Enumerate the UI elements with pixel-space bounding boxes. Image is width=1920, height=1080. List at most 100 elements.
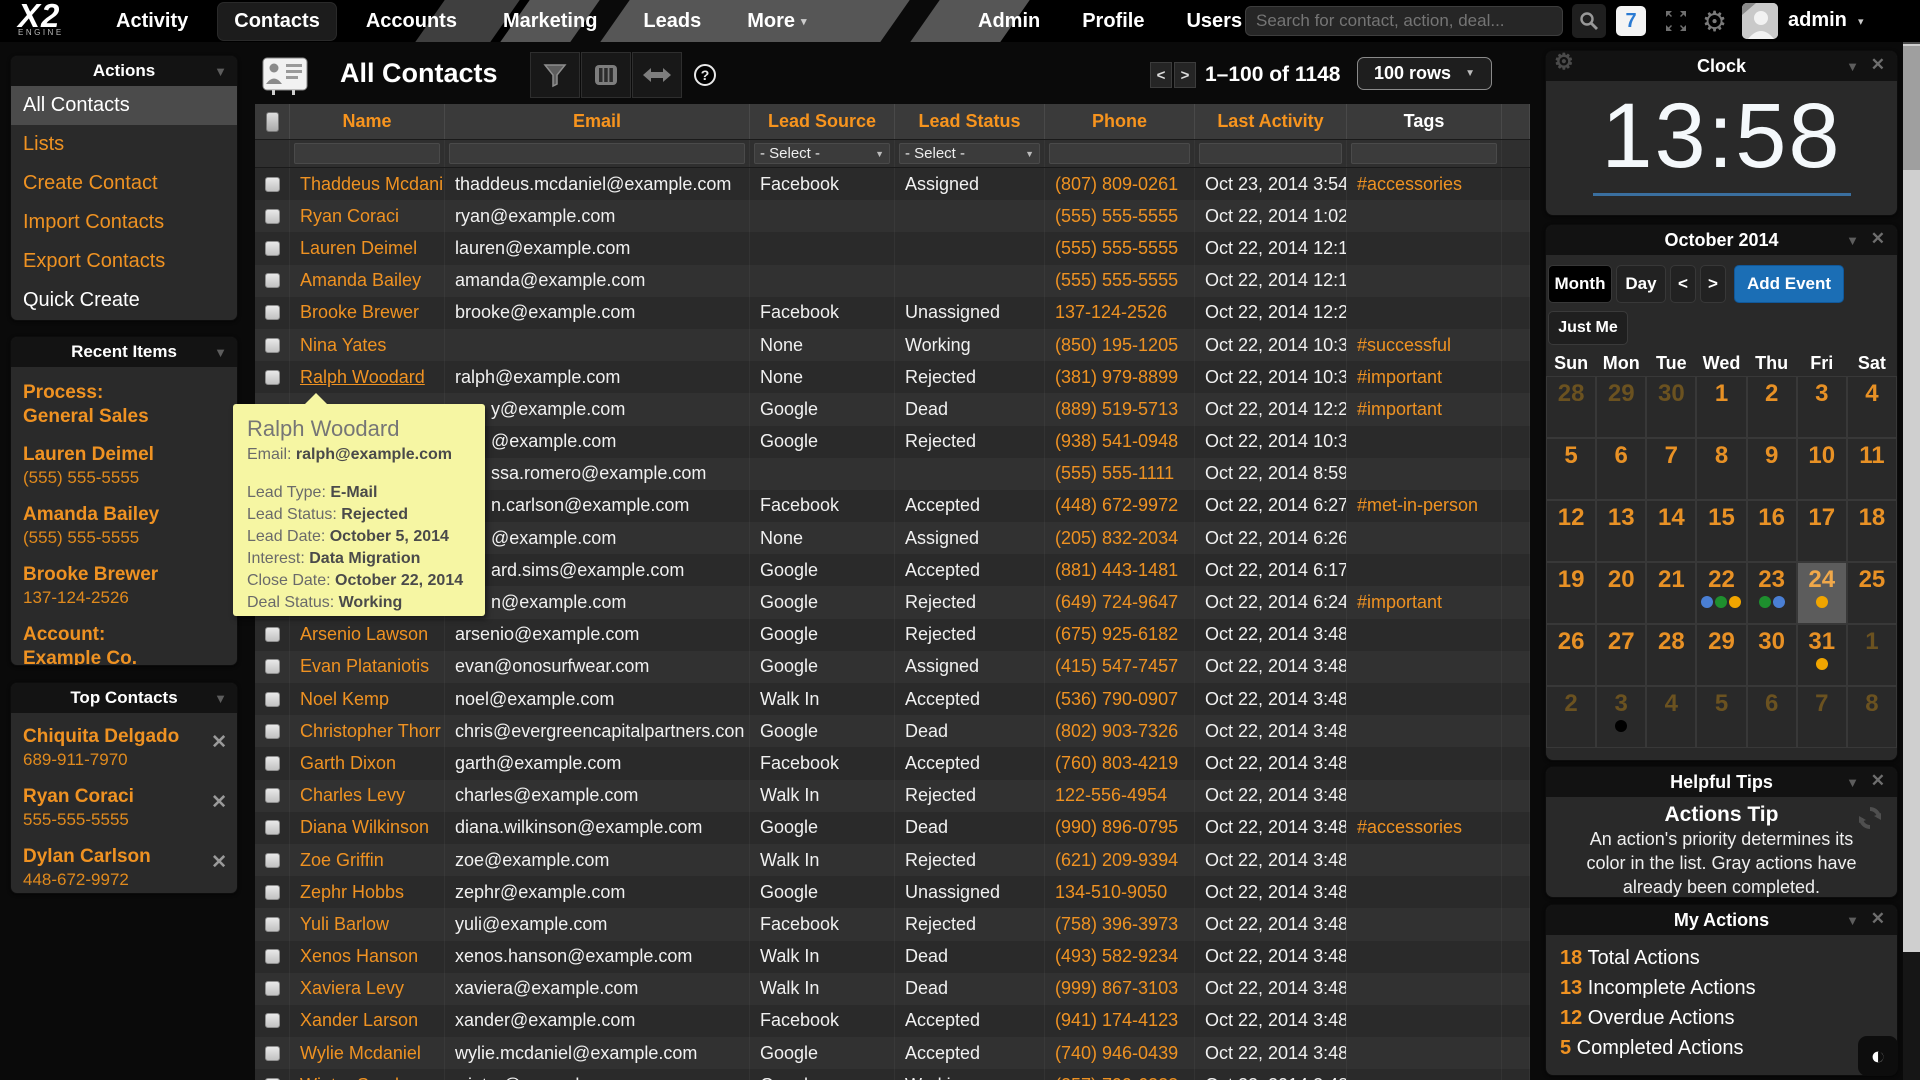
cell-phone[interactable]: (760) 803-4219 <box>1045 747 1195 780</box>
row-checkbox[interactable] <box>264 916 280 932</box>
collapse-triangle-icon[interactable]: ▼ <box>1846 59 1859 74</box>
calendar-month-button[interactable]: Month <box>1548 265 1612 303</box>
close-icon[interactable]: ✕ <box>1871 229 1885 249</box>
row-checkbox[interactable] <box>264 949 280 965</box>
cell-name[interactable]: Zoe Griffin <box>290 843 445 877</box>
cell-phone[interactable]: (802) 903-7326 <box>1045 715 1195 748</box>
cell-tags[interactable] <box>1347 522 1502 555</box>
filter-select[interactable]: - Select - ▼ <box>754 143 890 164</box>
my-actions-item[interactable]: 18 Total Actions <box>1546 943 1897 973</box>
sidebar-item-lists[interactable]: Lists <box>11 125 237 164</box>
calendar-day-1[interactable]: 1 <box>1846 624 1897 686</box>
cell-tags[interactable] <box>1347 683 1502 716</box>
cell-phone[interactable]: (493) 582-9234 <box>1045 940 1195 973</box>
cell-phone[interactable]: (850) 195-1205 <box>1045 328 1195 362</box>
cell-phone[interactable]: (740) 946-0439 <box>1045 1037 1195 1070</box>
cell-name[interactable]: Yuli Barlow <box>290 908 445 941</box>
filter-input[interactable] <box>1351 143 1497 164</box>
cell-name[interactable]: Evan Plataniotis <box>290 650 445 683</box>
my-actions-item[interactable]: 5 Completed Actions <box>1546 1033 1897 1063</box>
calendar-day-16[interactable]: 16 <box>1746 500 1797 562</box>
cell-phone[interactable]: (889) 519-5713 <box>1045 393 1195 426</box>
cell-name[interactable]: Garth Dixon <box>290 747 445 780</box>
cell-phone[interactable]: (675) 925-6182 <box>1045 618 1195 651</box>
notification-badge[interactable]: 7 <box>1616 6 1646 36</box>
cell-tags[interactable] <box>1347 779 1502 812</box>
calendar-day-5[interactable]: 5 <box>1696 686 1747 748</box>
calendar-day-2[interactable]: 2 <box>1546 686 1597 748</box>
calendar-day-22[interactable]: 22 <box>1696 562 1747 624</box>
cell-phone[interactable]: (990) 896-0795 <box>1045 811 1195 844</box>
row-checkbox[interactable] <box>264 240 280 256</box>
nav-tab-contacts[interactable]: Contacts <box>218 2 336 40</box>
recent-item[interactable]: Lauren Deimel (555) 555-5555 <box>11 437 237 497</box>
cell-tags[interactable] <box>1347 1004 1502 1038</box>
column-header-phone[interactable]: Phone <box>1045 104 1195 139</box>
nav-tab-leads[interactable]: Leads <box>627 3 717 40</box>
top-contact-item[interactable]: Ryan Coraci 555-555-5555 ✕ <box>11 779 237 839</box>
calendar-day-28[interactable]: 28 <box>1546 376 1597 438</box>
row-checkbox[interactable] <box>264 1013 280 1029</box>
row-checkbox[interactable] <box>264 691 280 707</box>
calendar-day-13[interactable]: 13 <box>1596 500 1647 562</box>
calendar-day-2[interactable]: 2 <box>1746 376 1797 438</box>
collapse-triangle-icon[interactable]: ▼ <box>1846 913 1859 928</box>
top-contact-item[interactable]: Chiquita Delgado 689-911-7970 ✕ <box>11 719 237 779</box>
row-checkbox[interactable] <box>264 208 280 224</box>
filter-input[interactable] <box>294 143 440 164</box>
cell-tags[interactable]: #important <box>1347 586 1502 619</box>
cell-tags[interactable]: #successful <box>1347 328 1502 362</box>
my-actions-item[interactable]: 12 Overdue Actions <box>1546 1003 1897 1033</box>
cell-tags[interactable] <box>1347 972 1502 1005</box>
cell-tags[interactable] <box>1347 747 1502 780</box>
calendar-next-button[interactable]: > <box>1700 265 1726 303</box>
cell-name[interactable]: Winter Sparks <box>290 1069 445 1080</box>
cell-phone[interactable]: (257) 799-6223 <box>1045 1069 1195 1080</box>
calendar-day-3[interactable]: 3 <box>1596 686 1647 748</box>
sidebar-item-create-contact[interactable]: Create Contact <box>11 164 237 203</box>
remove-icon[interactable]: ✕ <box>211 851 227 874</box>
cell-phone[interactable]: (555) 555-5555 <box>1045 232 1195 265</box>
filter-input[interactable] <box>1049 143 1190 164</box>
row-checkbox[interactable] <box>264 981 280 997</box>
calendar-day-15[interactable]: 15 <box>1696 500 1747 562</box>
column-header-email[interactable]: Email <box>445 104 750 139</box>
calendar-day-31[interactable]: 31 <box>1796 624 1847 686</box>
nav-link-admin[interactable]: Admin <box>978 10 1040 33</box>
recent-item[interactable]: Amanda Bailey (555) 555-5555 <box>11 497 237 557</box>
scrollbar-thumb[interactable] <box>1903 46 1920 170</box>
cell-tags[interactable] <box>1347 650 1502 683</box>
row-checkbox[interactable] <box>264 755 280 771</box>
cell-name[interactable]: Noel Kemp <box>290 683 445 716</box>
calendar-day-3[interactable]: 3 <box>1796 376 1847 438</box>
cell-tags[interactable] <box>1347 715 1502 748</box>
cell-phone[interactable]: (555) 555-5555 <box>1045 200 1195 233</box>
rows-per-page-dropdown[interactable]: 100 rows ▼ <box>1357 57 1492 90</box>
cell-name[interactable]: Brooke Brewer <box>290 296 445 329</box>
calendar-day-17[interactable]: 17 <box>1796 500 1847 562</box>
nav-tab-marketing[interactable]: Marketing <box>487 3 613 40</box>
cell-name[interactable]: Xaviera Levy <box>290 972 445 1005</box>
row-checkbox[interactable] <box>264 1045 280 1061</box>
cell-phone[interactable]: 122-556-4954 <box>1045 779 1195 812</box>
calendar-day-26[interactable]: 26 <box>1546 624 1597 686</box>
next-page-button[interactable]: > <box>1174 62 1196 88</box>
recent-item[interactable]: Account:Example Co.(689) 911-7970 <box>11 617 237 665</box>
cell-phone[interactable]: (205) 832-2034 <box>1045 522 1195 555</box>
calendar-day-24[interactable]: 24 <box>1796 562 1847 624</box>
cell-phone[interactable]: 134-510-9050 <box>1045 876 1195 909</box>
calendar-day-23[interactable]: 23 <box>1746 562 1797 624</box>
cell-tags[interactable] <box>1347 843 1502 877</box>
row-checkbox[interactable] <box>264 820 280 836</box>
cell-phone[interactable]: (536) 790-0907 <box>1045 683 1195 716</box>
page-scrollbar[interactable] <box>1903 0 1920 1080</box>
cell-phone[interactable]: (649) 724-9647 <box>1045 586 1195 619</box>
row-checkbox[interactable] <box>264 659 280 675</box>
calendar-day-28[interactable]: 28 <box>1646 624 1697 686</box>
cell-phone[interactable]: (555) 555-1111 <box>1045 457 1195 490</box>
cell-phone[interactable]: (415) 547-7457 <box>1045 650 1195 683</box>
nav-tab-accounts[interactable]: Accounts <box>350 3 473 40</box>
collapse-triangle-icon[interactable]: ▼ <box>1846 775 1859 790</box>
cell-tags[interactable] <box>1347 232 1502 265</box>
theme-toggle-button[interactable]: ◐ <box>1858 1036 1898 1076</box>
